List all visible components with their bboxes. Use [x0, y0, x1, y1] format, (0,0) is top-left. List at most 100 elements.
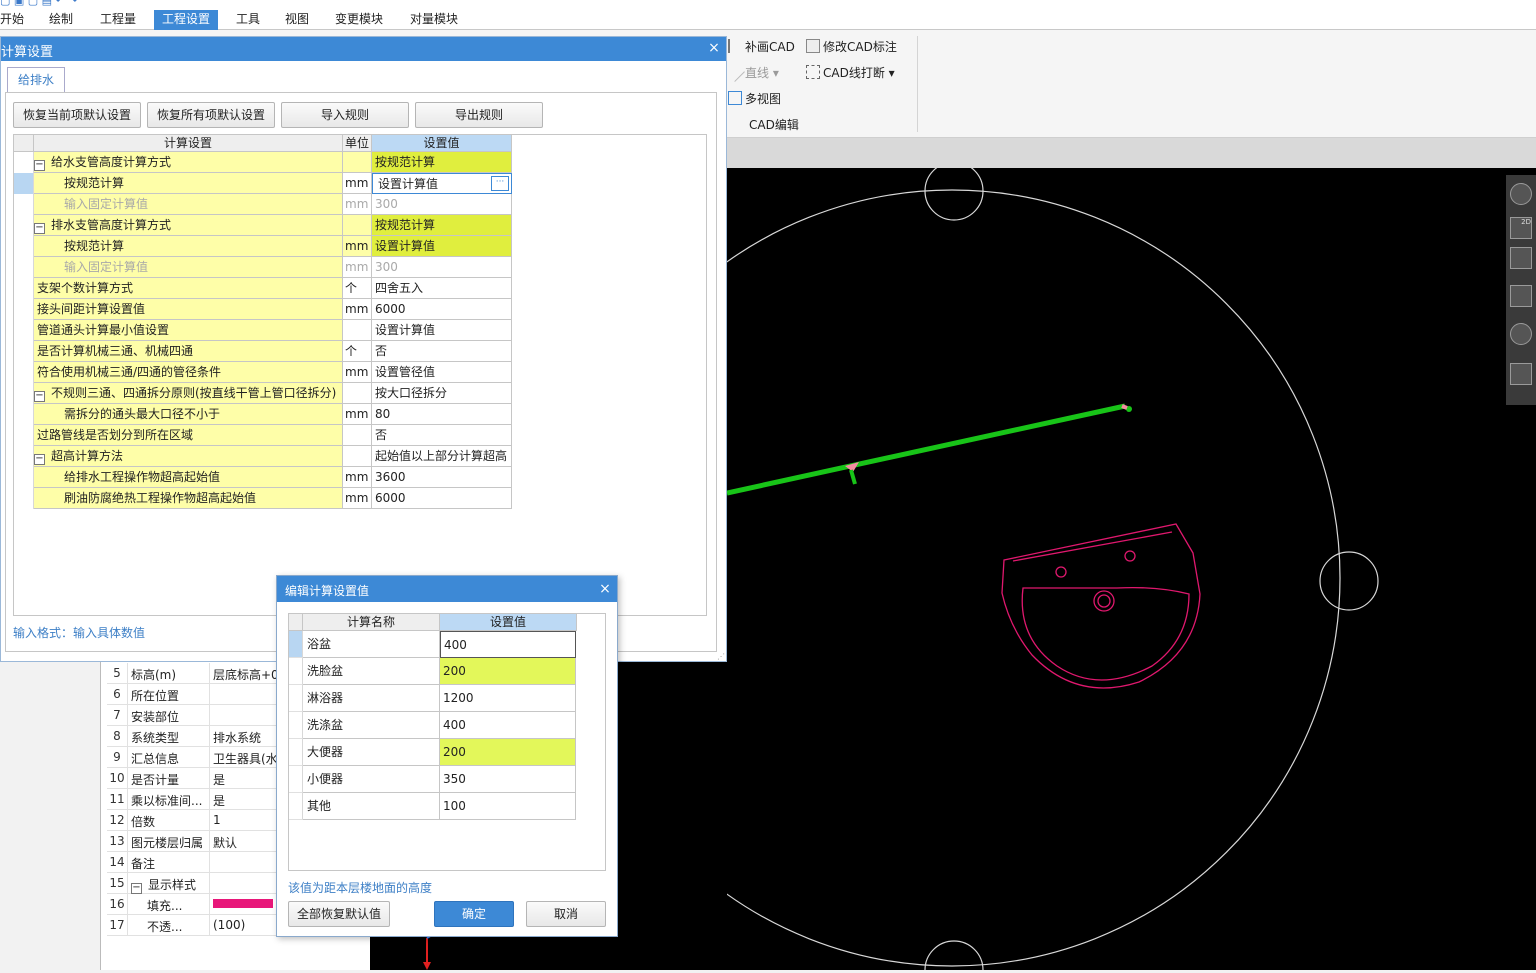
tab-plumbing[interactable]: 给排水 [7, 67, 65, 93]
menu-draw[interactable]: 绘制 [41, 10, 81, 30]
modify-cad-label-button[interactable]: 修改CAD标注 [806, 38, 897, 56]
ok-button[interactable]: 确定 [434, 901, 514, 927]
table-row[interactable]: − 不规则三通、四通拆分原则(按直线干管上管口径拆分) 按大口径拆分 [14, 383, 512, 404]
row-value[interactable]: 按大口径拆分 [372, 383, 512, 404]
row-value[interactable]: 350 [440, 766, 576, 793]
table-row[interactable]: 大便器 200 [289, 739, 577, 766]
property-value[interactable]: 排水系统 [213, 729, 279, 746]
fill-color-swatch[interactable] [213, 899, 273, 908]
cad-canvas[interactable] [727, 168, 1536, 970]
table-row[interactable]: 洗脸盆 200 [289, 658, 577, 685]
restore-current-button[interactable]: 恢复当前项默认设置 [13, 102, 141, 128]
close-icon[interactable]: × [595, 579, 615, 599]
menu-view[interactable]: 视图 [277, 10, 317, 30]
row-value[interactable]: 300 [372, 194, 512, 215]
collapse-icon[interactable]: − [34, 391, 45, 402]
table-row[interactable]: 符合使用机械三通/四通的管径条件 mm 设置管径值 [14, 362, 512, 383]
export-rules-button[interactable]: 导出规则 [415, 102, 543, 128]
cube-view-icon[interactable] [1510, 285, 1532, 307]
table-row[interactable]: 过路管线是否划分到所在区域 否 [14, 425, 512, 446]
row-value[interactable]: 设置计算值 [372, 320, 512, 341]
table-row[interactable]: − 给水支管高度计算方式 按规范计算 [14, 152, 512, 173]
rotate-icon[interactable] [1510, 323, 1532, 345]
row-value-editor[interactable]: 设置计算值 ··· [372, 173, 512, 194]
table-row[interactable]: 输入固定计算值 mm 300 [14, 194, 512, 215]
pipe-branch[interactable] [849, 469, 857, 485]
restore-all-defaults-button[interactable]: 全部恢复默认值 [288, 901, 390, 927]
collapse-icon[interactable]: − [34, 160, 45, 171]
table-row[interactable]: 按规范计算 mm 设置计算值 [14, 236, 512, 257]
property-value[interactable]: (100) [213, 918, 279, 932]
row-value[interactable]: 四舍五入 [372, 278, 512, 299]
row-value[interactable]: 按规范计算 [372, 215, 512, 236]
table-row[interactable]: 输入固定计算值 mm 300 [14, 257, 512, 278]
row-value[interactable]: 设置计算值 [372, 236, 512, 257]
table-row[interactable]: − 超高计算方法 起始值以上部分计算超高 [14, 446, 512, 467]
import-rules-button[interactable]: 导入规则 [281, 102, 409, 128]
table-row[interactable]: 管道通头计算最小值设置 设置计算值 [14, 320, 512, 341]
3d-box-icon[interactable] [1510, 247, 1532, 269]
row-value[interactable]: 300 [372, 257, 512, 278]
table-row[interactable]: 小便器 350 [289, 766, 577, 793]
wash-basin[interactable] [1001, 523, 1201, 689]
property-value[interactable]: 是 [213, 792, 279, 809]
property-value[interactable]: 1 [213, 813, 279, 827]
menu-quantity[interactable]: 工程量 [92, 10, 144, 30]
row-value[interactable]: 起始值以上部分计算超高 [372, 446, 512, 467]
property-value[interactable]: 层底标高+0 [213, 666, 279, 683]
table-row[interactable]: 支架个数计算方式 个 四舍五入 [14, 278, 512, 299]
property-value[interactable]: 是 [213, 771, 279, 788]
row-value[interactable]: 400 [440, 631, 576, 658]
close-icon[interactable]: × [704, 38, 724, 58]
row-value[interactable]: 400 [440, 712, 576, 739]
row-value[interactable]: 3600 [372, 467, 512, 488]
2d-view-icon[interactable]: 2D [1510, 217, 1532, 239]
row-value[interactable]: 100 [440, 793, 576, 820]
cad-line-break-button[interactable]: CAD线打断 ▾ [806, 64, 895, 82]
table-row[interactable]: 洗涤盆 400 [289, 712, 577, 739]
menu-change-module[interactable]: 变更模块 [327, 10, 391, 30]
menu-check-module[interactable]: 对量模块 [402, 10, 466, 30]
table-row[interactable]: − 排水支管高度计算方式 按规范计算 [14, 215, 512, 236]
row-value[interactable]: 否 [372, 425, 512, 446]
row-value[interactable]: 按规范计算 [372, 152, 512, 173]
ellipsis-button[interactable]: ··· [491, 176, 509, 191]
row-value[interactable]: 否 [372, 341, 512, 362]
collapse-icon[interactable]: − [34, 223, 45, 234]
sub-dialog-title-bar[interactable]: 编辑计算设置值 × [277, 576, 617, 602]
menu-start[interactable]: 开始 [0, 10, 32, 30]
row-value[interactable]: 80 [372, 404, 512, 425]
menu-tools[interactable]: 工具 [228, 10, 268, 30]
collapse-icon[interactable]: − [34, 454, 45, 465]
buchua-cad-button[interactable]: 补画CAD [728, 38, 795, 56]
menu-project-settings[interactable]: 工程设置 [154, 10, 219, 30]
quick-access-icons[interactable]: ▢ ▣ ▢ ▤ ↶ ↷ [0, 0, 78, 7]
orbit-icon[interactable] [1510, 183, 1532, 205]
table-row[interactable]: 浴盆 400 [289, 631, 577, 658]
table-row[interactable]: 接头间距计算设置值 mm 6000 [14, 299, 512, 320]
row-value[interactable]: 6000 [372, 488, 512, 509]
row-value[interactable]: 1200 [440, 685, 576, 712]
dialog-title-bar[interactable]: 计算设置 × [1, 37, 726, 61]
line-button[interactable]: 直线 ▾ [725, 62, 779, 82]
multi-view-button[interactable]: 多视图 [728, 90, 781, 108]
row-value[interactable]: 200 [440, 658, 576, 685]
collapse-icon[interactable]: − [131, 883, 142, 894]
resize-grip-icon[interactable]: ⋰ [717, 652, 725, 661]
grid-settings-icon[interactable] [1510, 363, 1532, 385]
row-value[interactable]: 设置管径值 [372, 362, 512, 383]
table-row[interactable]: 淋浴器 1200 [289, 685, 577, 712]
table-row[interactable]: 给排水工程操作物超高起始值 mm 3600 [14, 467, 512, 488]
pipe-line[interactable] [727, 403, 1126, 496]
restore-all-button[interactable]: 恢复所有项默认设置 [147, 102, 275, 128]
table-row[interactable]: 按规范计算 mm 设置计算值 ··· [14, 173, 512, 194]
table-row[interactable]: 其他 100 [289, 793, 577, 820]
property-value[interactable]: 默认 [213, 834, 279, 851]
cancel-button[interactable]: 取消 [526, 901, 606, 927]
table-row[interactable]: 是否计算机械三通、机械四通 个 否 [14, 341, 512, 362]
table-row[interactable]: 刷油防腐绝热工程操作物超高起始值 mm 6000 [14, 488, 512, 509]
table-row[interactable]: 需拆分的通头最大口径不小于 mm 80 [14, 404, 512, 425]
row-value[interactable]: 6000 [372, 299, 512, 320]
row-value[interactable]: 200 [440, 739, 576, 766]
property-value[interactable]: 卫生器具(水 [213, 750, 279, 767]
